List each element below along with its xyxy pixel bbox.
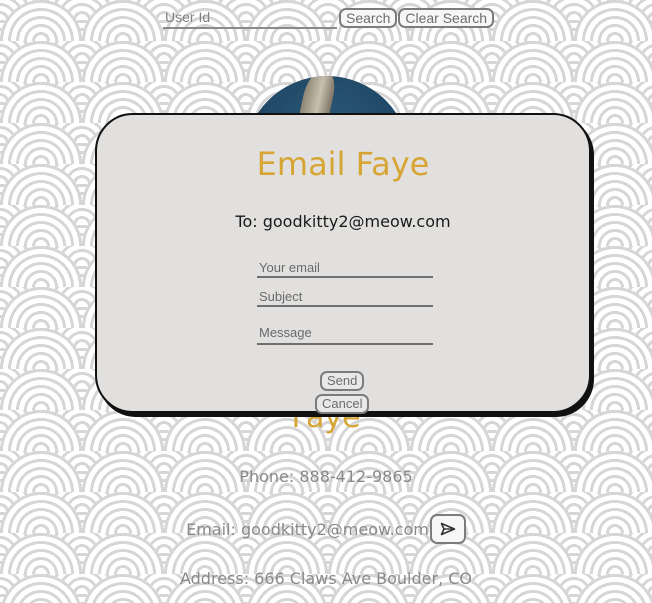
- send-button[interactable]: Send: [320, 371, 365, 391]
- send-email-button[interactable]: [429, 514, 466, 544]
- profile-phone: Phone: 888-412-9865: [239, 467, 413, 486]
- email-modal: Email Faye To: goodkitty2@meow.com Send …: [95, 113, 591, 414]
- profile-address: Address: 666 Claws Ave Boulder, CO: [179, 569, 473, 588]
- user-id-search-input[interactable]: [163, 7, 337, 29]
- profile-email: Email: goodkitty2@meow.com: [186, 519, 429, 539]
- profile-email-row: Email: goodkitty2@meow.com: [0, 514, 652, 544]
- search-button[interactable]: Search: [339, 8, 398, 28]
- paper-plane-icon: [440, 522, 456, 536]
- modal-title: Email Faye: [256, 145, 430, 183]
- clear-search-button[interactable]: Clear Search: [398, 8, 495, 28]
- search-bar: Search Clear Search: [163, 7, 495, 29]
- modal-recipient: To: goodkitty2@meow.com: [235, 212, 451, 231]
- message-field[interactable]: [257, 321, 433, 345]
- your-email-field[interactable]: [257, 258, 433, 278]
- cancel-button[interactable]: Cancel: [315, 394, 370, 414]
- subject-field[interactable]: [257, 287, 433, 307]
